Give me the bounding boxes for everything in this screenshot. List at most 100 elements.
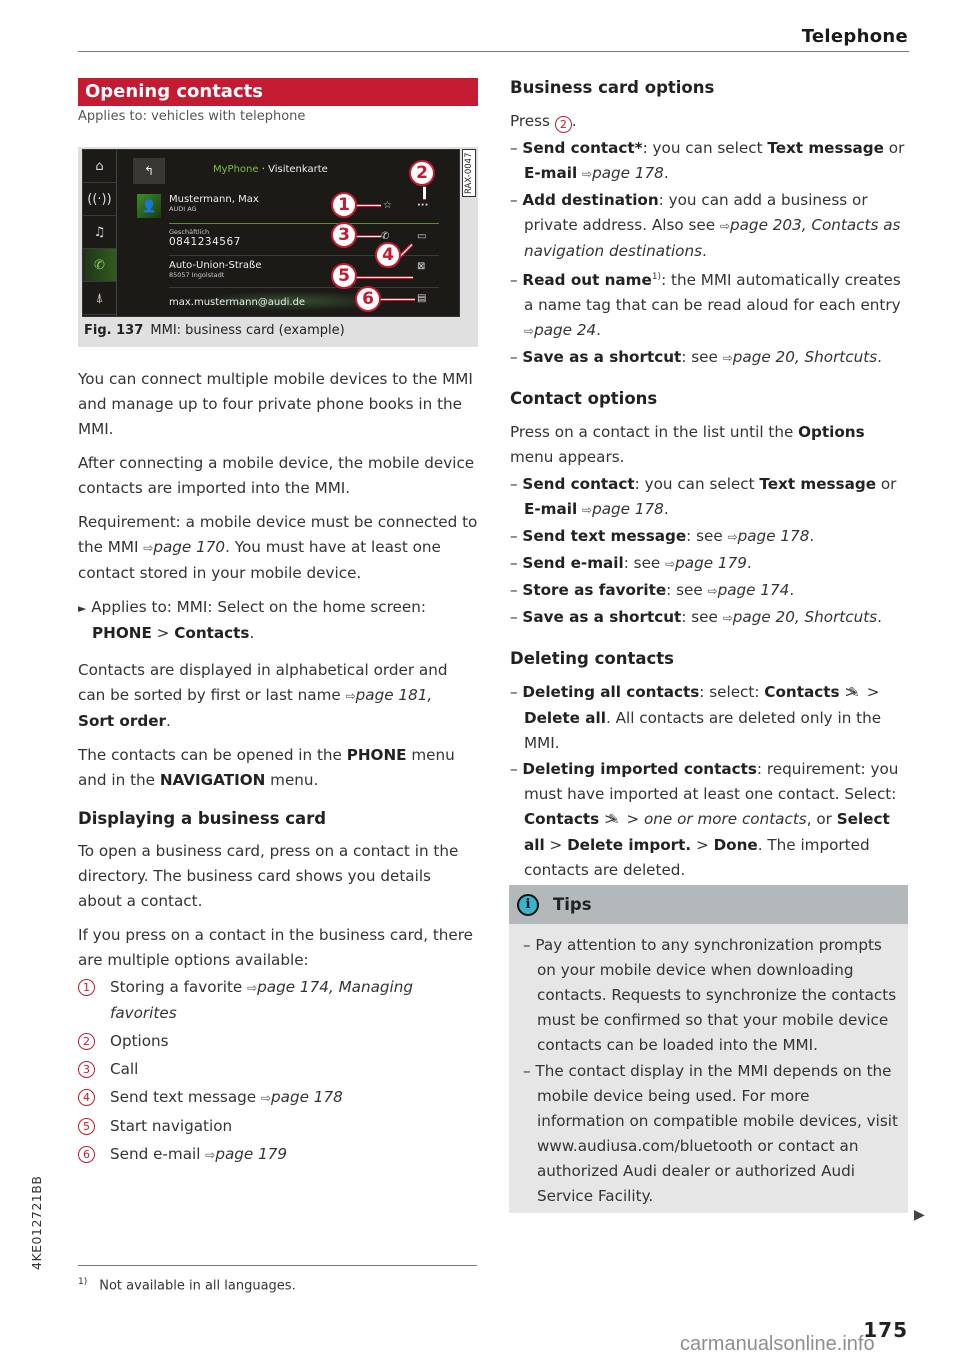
- text: : see: [681, 348, 723, 367]
- arrow-icon: ⇨: [524, 324, 535, 339]
- page-ref-link[interactable]: page 178: [592, 164, 664, 182]
- text: : see: [666, 581, 708, 600]
- page-ref-link[interactable]: page 24: [534, 321, 596, 339]
- sep: >: [691, 836, 714, 855]
- sep: >: [544, 836, 568, 855]
- tips-header: i Tips: [509, 885, 908, 924]
- list-item: Save as a shortcut: see ⇨page 20, Shortc…: [510, 345, 910, 371]
- text: Press: [510, 112, 550, 130]
- menu-phone: PHONE: [92, 624, 152, 642]
- bold-term: Read out name: [522, 271, 652, 290]
- arrow-icon: ⇨: [727, 530, 738, 545]
- list-item: Send text message: see ⇨page 178.: [510, 524, 910, 550]
- figure-ref-code: RAX-0047: [462, 149, 476, 197]
- list-item: Deleting all contacts: select: Contacts …: [510, 680, 910, 756]
- list-item: Send e-mail: see ⇨page 179.: [510, 551, 910, 577]
- bold-term: Contacts: [764, 683, 840, 702]
- paragraph-open-card: To open a business card, press on a cont…: [78, 842, 459, 910]
- leader-line-2: [423, 186, 426, 200]
- bold-term: Send text message: [522, 527, 687, 546]
- italic-term: one or more contacts: [644, 810, 807, 829]
- bold-term: E-mail: [524, 500, 578, 519]
- bold-term: PHONE: [346, 746, 407, 764]
- email-icon[interactable]: ▤: [417, 293, 426, 304]
- list-item: Save as a shortcut: see ⇨page 20, Shortc…: [510, 605, 910, 631]
- music-icon[interactable]: ♫: [83, 216, 116, 249]
- sep: >: [151, 624, 175, 642]
- watermark: carmanualsonline.info: [680, 1333, 875, 1355]
- mmi-title: MyPhone · Visitenkarte: [213, 164, 328, 175]
- text: Call: [110, 1060, 139, 1078]
- page-ref-link[interactable]: page 20, Shortcuts: [733, 608, 877, 626]
- arrow-icon: ⇨: [582, 503, 593, 518]
- bold-term: Send contact*: [522, 139, 643, 157]
- navigation-icon[interactable]: ⍋: [83, 282, 116, 315]
- bold-term: Sort order: [78, 712, 166, 730]
- text: : you can select: [642, 139, 768, 157]
- menu-contacts: Contacts: [174, 624, 250, 642]
- page-ref-link[interactable]: page 178: [592, 500, 664, 518]
- page-ref-link[interactable]: page 170: [153, 538, 225, 556]
- continue-arrow-icon: ▶: [914, 1207, 925, 1223]
- text: menu.: [265, 771, 319, 789]
- page-ref-link[interactable]: page 179: [675, 554, 747, 572]
- page-ref-link[interactable]: page 178: [738, 527, 810, 545]
- circled-number: 3: [78, 1061, 95, 1078]
- tips-list: Pay attention to any synchronization pro…: [509, 926, 908, 1213]
- deleting-contacts-list: Deleting all contacts: select: Contacts …: [510, 680, 910, 883]
- arrow-icon: ⇨: [722, 351, 733, 366]
- text: Storing a favorite: [110, 978, 248, 996]
- arrow-icon: ⇨: [665, 557, 676, 572]
- navigation-start-icon[interactable]: ⊠: [417, 261, 425, 272]
- message-icon[interactable]: ▭: [417, 231, 426, 242]
- bold-term: Send contact: [522, 475, 635, 494]
- heading-business-card-options: Business card options: [510, 78, 715, 97]
- home-icon[interactable]: ⌂: [83, 150, 116, 183]
- header-divider: [78, 51, 909, 52]
- option-item: 4 Send text message ⇨page 178: [78, 1085, 478, 1111]
- page-ref-link[interactable]: page 181,: [356, 686, 433, 704]
- list-item: Read out name1): the MMI automatically c…: [510, 265, 910, 344]
- call-icon[interactable]: ✆: [381, 231, 389, 242]
- arrow-icon: ⇨: [722, 611, 733, 626]
- callout-3: 3: [331, 222, 357, 248]
- address-city: 85057 Ingolstadt: [169, 271, 225, 279]
- contact-company: AUDI AG: [169, 205, 197, 213]
- circled-number: 2: [554, 116, 572, 133]
- radio-icon[interactable]: ((·)): [83, 183, 116, 216]
- info-icon: i: [517, 893, 539, 916]
- leader-line-3: [353, 235, 381, 238]
- figure-mmi-business-card: ⌂ ((·)) ♫ ✆ ⍋ ↰ MyPhone · Visitenkarte 👤…: [78, 147, 478, 347]
- back-button[interactable]: ↰: [133, 158, 165, 184]
- footnote-divider: [78, 1265, 477, 1266]
- text: The contacts can be opened in the: [78, 746, 347, 764]
- page-ref-link[interactable]: page 178: [271, 1088, 343, 1106]
- text: : see: [681, 608, 723, 627]
- contact-header-row[interactable]: Mustermann, Max AUDI AG: [169, 190, 439, 224]
- back-arrow-icon: ↰: [143, 164, 155, 178]
- bold-term: Add destination: [522, 191, 659, 209]
- star-icon[interactable]: ☆: [383, 200, 392, 211]
- tips-title: Tips: [553, 895, 592, 914]
- circled-number: 4: [78, 1089, 95, 1106]
- text: .: [166, 712, 171, 730]
- email-row[interactable]: max.mustermann@audi.de: [169, 289, 439, 316]
- phone-icon[interactable]: ✆: [83, 249, 116, 282]
- footnote-marker: 1): [78, 1277, 88, 1287]
- page-ref-link[interactable]: page 174: [718, 581, 790, 599]
- email-address: max.mustermann@audi.de: [169, 297, 306, 308]
- contact-options-list: Send contact: you can select Text messag…: [510, 472, 910, 631]
- option-item: 1 Storing a favorite ⇨page 174, Managing …: [78, 975, 478, 1026]
- page-ref-link[interactable]: page 20, Shortcuts: [733, 348, 877, 366]
- contact-options-intro: Press on a contact in the list until the…: [510, 420, 910, 470]
- footnote: 1) Not available in all languages.: [78, 1277, 296, 1293]
- press-instruction: Press 2.: [510, 112, 577, 133]
- page-ref-link[interactable]: page 179: [215, 1145, 287, 1163]
- leader-line-5: [353, 276, 413, 279]
- paragraph-import: After connecting a mobile device, the mo…: [78, 454, 475, 497]
- callout-5: 5: [331, 263, 357, 289]
- footnote-marker: 1): [651, 272, 662, 282]
- paragraph-requirement: Requirement: a mobile device must be con…: [78, 510, 478, 586]
- text: menu appears.: [510, 448, 625, 467]
- more-icon[interactable]: ···: [417, 200, 428, 211]
